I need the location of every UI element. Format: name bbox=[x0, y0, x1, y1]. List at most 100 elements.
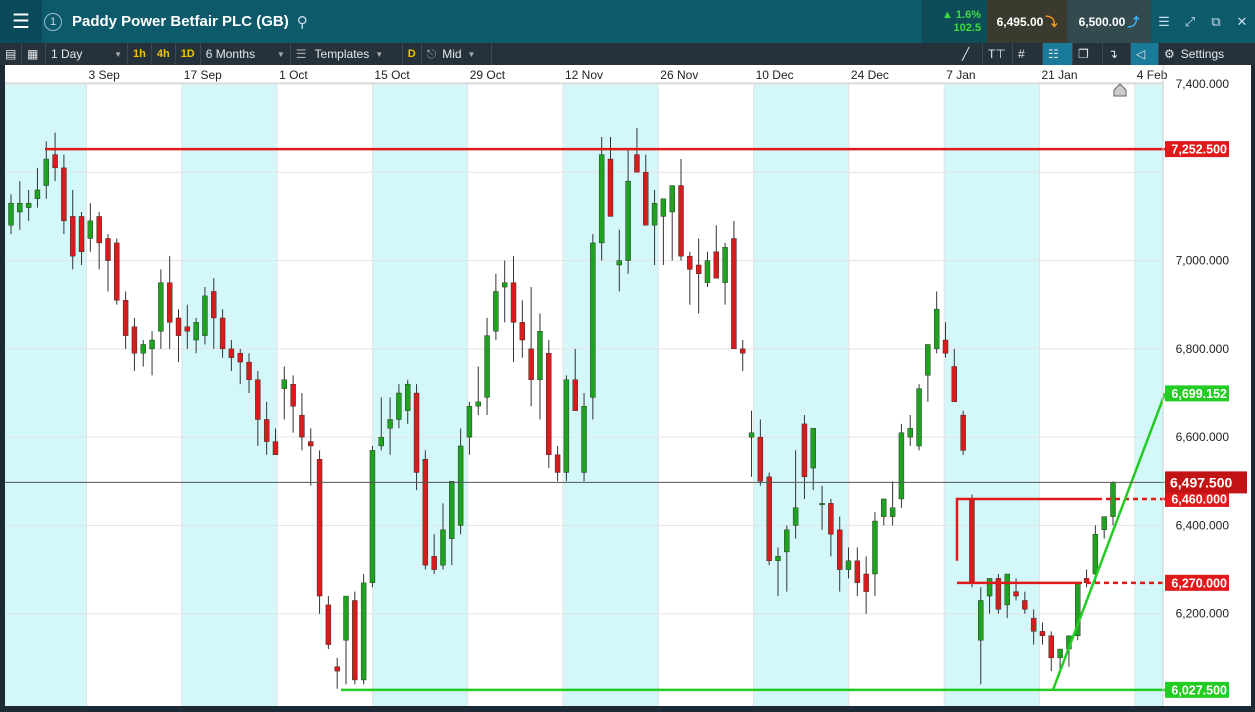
candle-down bbox=[837, 529, 843, 570]
candle-up bbox=[87, 220, 94, 239]
candle-down bbox=[643, 172, 649, 226]
popout-icon[interactable]: ⧉ bbox=[1203, 0, 1229, 43]
candle-up bbox=[872, 520, 878, 575]
change-percent: ▲ 1.6% bbox=[942, 9, 981, 22]
menu-icon[interactable]: ☰ bbox=[0, 0, 42, 43]
candle-down bbox=[960, 414, 966, 451]
shade-band bbox=[753, 83, 849, 706]
candle-up bbox=[563, 379, 570, 473]
templates-label: Templates bbox=[314, 47, 370, 61]
indicator-icon[interactable]: ↴ bbox=[1103, 43, 1131, 65]
x-tick-label: 10 Dec bbox=[756, 68, 794, 82]
chart-toolbar: ▤ ▦ 1 Day ▼ 1h 4h 1D 6 Months ▼ ☰ Template… bbox=[0, 43, 1255, 65]
depth-icon[interactable]: ☰ bbox=[1151, 0, 1177, 43]
candle-up bbox=[1004, 573, 1010, 606]
range-label: 6 Months bbox=[205, 47, 256, 61]
candle-down bbox=[70, 216, 76, 257]
candle-down bbox=[634, 154, 640, 173]
candle-down bbox=[166, 282, 173, 323]
candle-down bbox=[308, 441, 314, 447]
candle-down bbox=[290, 383, 296, 407]
interval-1d[interactable]: 1D bbox=[176, 43, 201, 65]
candle-down bbox=[175, 317, 182, 336]
candle-down bbox=[114, 242, 120, 301]
compare-icon[interactable]: ❐ bbox=[1073, 43, 1103, 65]
draw-line-icon[interactable]: ╱ bbox=[957, 43, 983, 65]
chart-area[interactable]: 3 Sep 17 Sep 1 Oct 15 Oct 29 Oct 12 Nov 26 Nov… bbox=[5, 65, 1251, 706]
candle-down bbox=[78, 216, 85, 252]
sell-price: 6,495.00 bbox=[996, 14, 1044, 29]
candle-down bbox=[510, 282, 517, 323]
panel-icon[interactable]: ▤ bbox=[0, 43, 22, 65]
x-tick-label: 3 Sep bbox=[89, 68, 121, 82]
candle-up bbox=[193, 322, 199, 341]
interval-4h[interactable]: 4h bbox=[152, 43, 176, 65]
shade-band bbox=[181, 83, 278, 706]
x-tick-label: 24 Dec bbox=[851, 68, 889, 82]
candle-down bbox=[766, 476, 772, 561]
candle-down bbox=[299, 414, 305, 438]
candle-up bbox=[405, 383, 411, 411]
candle-up bbox=[475, 401, 481, 407]
candle-down bbox=[1030, 617, 1037, 632]
candle-up bbox=[792, 507, 799, 526]
candle-up bbox=[537, 331, 543, 380]
price-chart[interactable]: 3 Sep 17 Sep 1 Oct 15 Oct 29 Oct 12 Nov 26 Nov… bbox=[5, 65, 1251, 706]
candle-down bbox=[519, 322, 526, 341]
grid-icon[interactable]: # bbox=[1013, 43, 1043, 65]
crosshair-icon[interactable]: ☷ bbox=[1043, 43, 1073, 65]
candle-up bbox=[378, 436, 384, 447]
candle-up bbox=[907, 428, 913, 438]
shade-band bbox=[372, 83, 468, 706]
home-marker-icon bbox=[1113, 83, 1127, 97]
alert-icon[interactable]: ◁ bbox=[1131, 43, 1159, 65]
candle-down bbox=[713, 251, 719, 279]
candle-up bbox=[651, 202, 658, 226]
candle-down bbox=[316, 459, 323, 597]
price-type-dropdown[interactable]: ⎋ Mid ▼ bbox=[422, 43, 492, 65]
candle-down bbox=[731, 238, 737, 350]
candle-up bbox=[810, 428, 816, 469]
search-icon[interactable]: ⚲ bbox=[297, 13, 308, 31]
candle-up bbox=[775, 556, 781, 561]
gear-icon: ⚙ bbox=[1164, 47, 1175, 61]
instrument-title[interactable]: Paddy Power Betfair PLC (GB) bbox=[72, 13, 289, 30]
interval-dropdown[interactable]: 1 Day ▼ bbox=[46, 43, 128, 65]
candle-down bbox=[854, 560, 861, 584]
x-tick-label: 7 Jan bbox=[946, 68, 975, 82]
candle-up bbox=[933, 308, 940, 350]
text-icon[interactable]: T⊤ bbox=[983, 43, 1013, 65]
y-tick-label: 6,400.000 bbox=[1176, 518, 1230, 532]
candle-down bbox=[546, 353, 552, 455]
candle-down bbox=[255, 379, 261, 420]
settings-button[interactable]: ⚙ Settings bbox=[1159, 43, 1255, 65]
candle-down bbox=[687, 255, 693, 270]
x-tick-label: 1 Oct bbox=[279, 68, 308, 82]
candle-up bbox=[748, 432, 755, 438]
candle-down bbox=[757, 436, 764, 482]
candle-down bbox=[413, 392, 420, 473]
interval-1h[interactable]: 1h bbox=[128, 43, 152, 65]
close-icon[interactable]: ✕ bbox=[1229, 0, 1255, 43]
candle-up bbox=[784, 529, 790, 553]
price-change: ▲ 1.6% 102.5 bbox=[922, 0, 987, 43]
candle-up bbox=[1101, 516, 1107, 531]
candle-up bbox=[845, 560, 852, 570]
candle-up bbox=[889, 507, 896, 517]
candle-up bbox=[281, 379, 287, 389]
templates-dropdown[interactable]: ☰ Templates ▼ bbox=[291, 43, 403, 65]
sell-button[interactable]: 6,495.00 ⤵ bbox=[987, 0, 1067, 43]
candle-up bbox=[881, 498, 887, 517]
candle-down bbox=[572, 379, 578, 411]
candle-up bbox=[17, 202, 23, 213]
d-button[interactable]: D bbox=[403, 43, 422, 65]
layout-icon[interactable]: ▦ bbox=[22, 43, 46, 65]
candle-down bbox=[740, 348, 746, 354]
candle-down bbox=[951, 366, 958, 403]
interval-label: 1 Day bbox=[51, 47, 83, 61]
range-dropdown[interactable]: 6 Months ▼ bbox=[201, 43, 291, 65]
expand-icon[interactable]: ⤢ bbox=[1177, 0, 1203, 43]
buy-button[interactable]: 6,500.00 ⤴ bbox=[1067, 0, 1151, 43]
x-tick-label: 26 Nov bbox=[660, 68, 698, 82]
workspace-number-badge[interactable]: 1 bbox=[44, 12, 62, 31]
